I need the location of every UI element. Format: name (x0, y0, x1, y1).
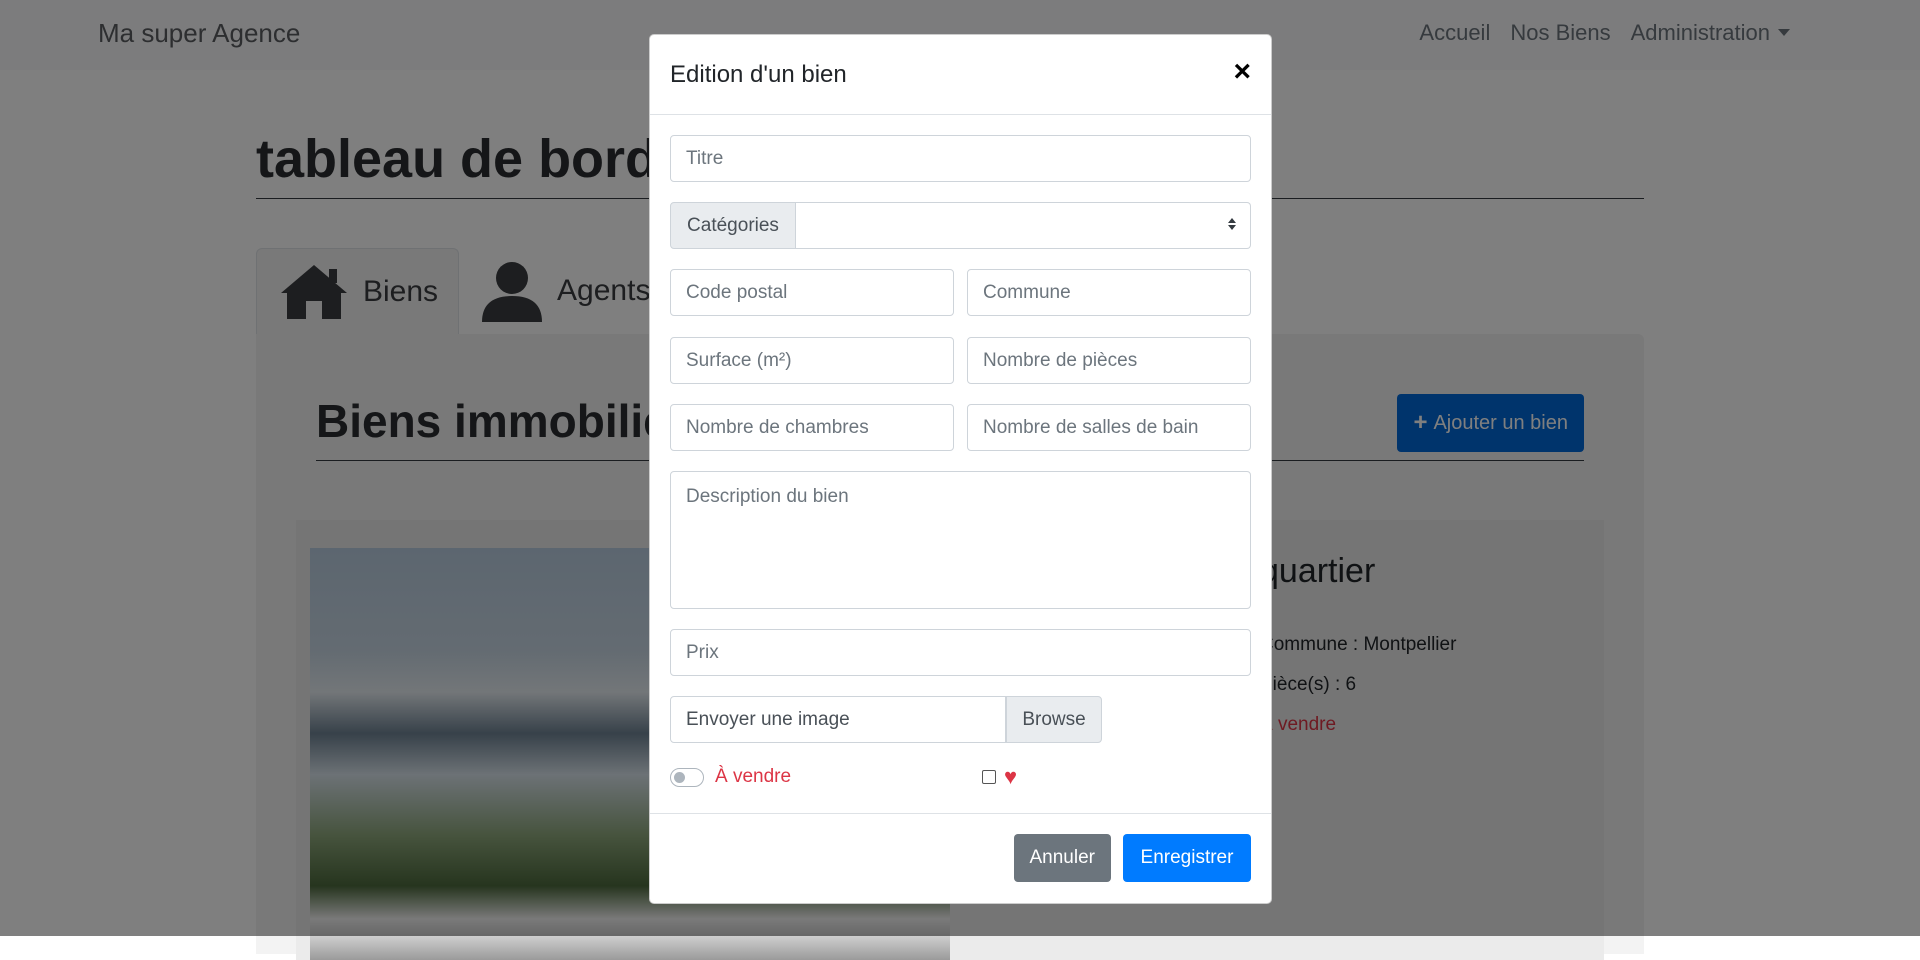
modal-header: Edition d'un bien × (650, 35, 1271, 115)
categories-group: Catégories (670, 202, 1251, 249)
options-row: À vendre ♥ (670, 763, 1251, 793)
commune-input[interactable]: Commune (967, 269, 1251, 316)
a-vendre-label: À vendre (715, 766, 792, 787)
browse-button[interactable]: Browse (1006, 696, 1102, 743)
categories-label: Catégories (670, 202, 796, 249)
a-vendre-switch[interactable] (670, 768, 704, 787)
prix-input[interactable]: Prix (670, 629, 1251, 676)
edit-property-modal: Edition d'un bien × Titre Catégories Cod… (649, 34, 1272, 904)
categories-select[interactable] (796, 202, 1251, 249)
favori-checkbox[interactable] (982, 770, 996, 784)
pieces-input[interactable]: Nombre de pièces (967, 337, 1251, 384)
image-upload[interactable]: Envoyer une image Browse (670, 696, 1102, 743)
salles-bain-input[interactable]: Nombre de salles de bain (967, 404, 1251, 451)
surface-input[interactable]: Surface (m²) (670, 337, 954, 384)
image-upload-label[interactable]: Envoyer une image (670, 696, 1006, 743)
close-icon[interactable]: × (1233, 57, 1251, 87)
select-arrows-icon (1228, 218, 1236, 230)
modal-title: Edition d'un bien (670, 61, 847, 88)
code-postal-input[interactable]: Code postal (670, 269, 954, 316)
heart-icon: ♥ (1004, 764, 1018, 789)
description-textarea[interactable]: Description du bien (670, 471, 1251, 609)
modal-footer: Annuler Enregistrer (650, 813, 1271, 904)
cancel-button[interactable]: Annuler (1013, 834, 1111, 882)
chambres-input[interactable]: Nombre de chambres (670, 404, 954, 451)
titre-input[interactable]: Titre (670, 135, 1251, 182)
save-button[interactable]: Enregistrer (1123, 834, 1251, 882)
